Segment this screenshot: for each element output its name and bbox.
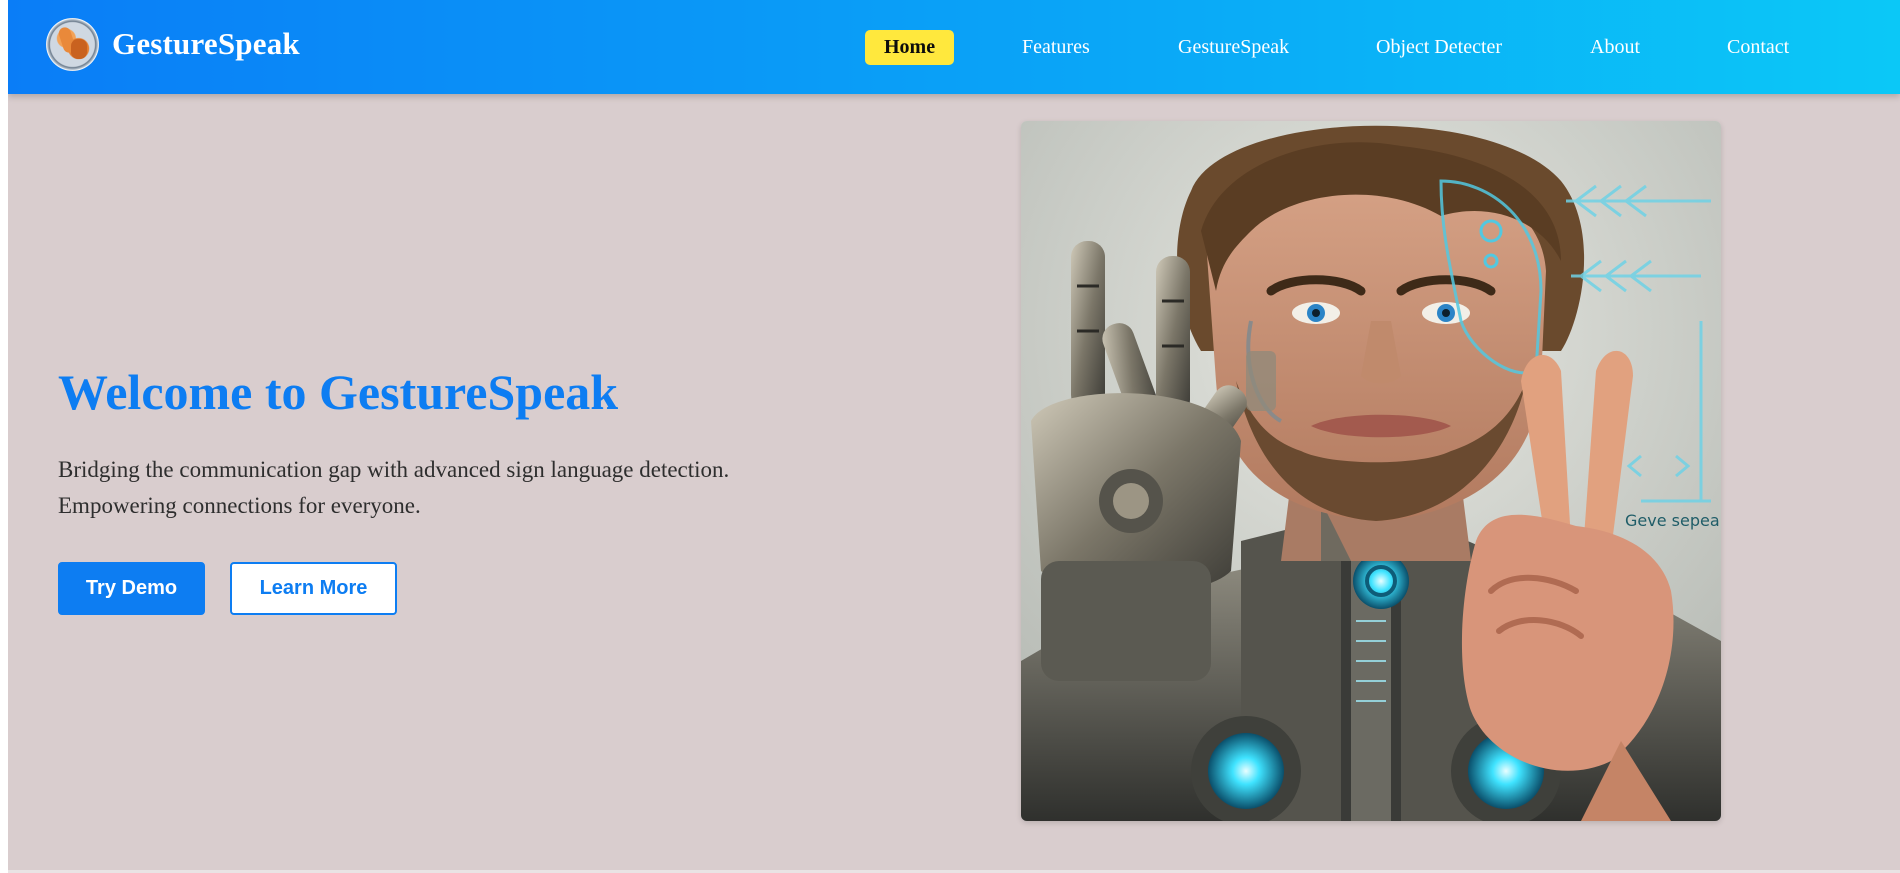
nav-item-features[interactable]: Features <box>1022 30 1090 65</box>
nav-item-gesturespeak[interactable]: GestureSpeak <box>1178 30 1289 65</box>
hero-description: Bridging the communication gap with adva… <box>58 457 730 518</box>
nav-item-contact[interactable]: Contact <box>1727 30 1789 65</box>
hero-image: Geve sepeak <box>1021 121 1721 821</box>
nav-item-about[interactable]: About <box>1590 30 1640 65</box>
hero-title: Welcome to GestureSpeak <box>58 364 619 420</box>
try-demo-button[interactable]: Try Demo <box>58 562 205 615</box>
image-overlay-text: Geve sepeak <box>1625 511 1721 530</box>
nav-item-home[interactable]: Home <box>865 30 955 65</box>
cyborg-illustration: Geve sepeak <box>1021 121 1721 821</box>
page-gutter <box>0 0 8 873</box>
learn-more-button[interactable]: Learn More <box>230 562 397 615</box>
nav-menu: Home Features GestureSpeak Object Detect… <box>8 30 1900 66</box>
navbar: GestureSpeak Home Features GestureSpeak … <box>8 0 1900 94</box>
nav-item-object-detecter[interactable]: Object Detecter <box>1376 30 1502 65</box>
page: GestureSpeak Home Features GestureSpeak … <box>8 0 1900 873</box>
